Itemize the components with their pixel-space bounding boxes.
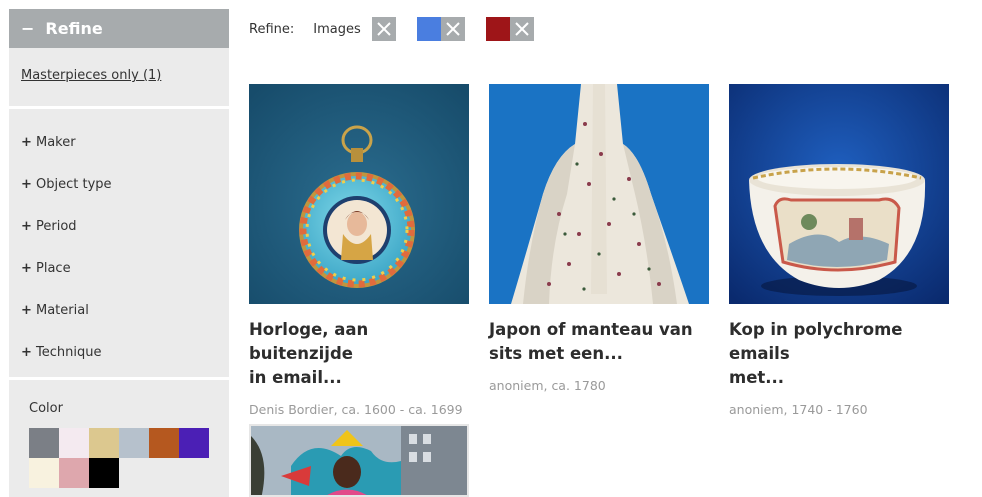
color-swatch[interactable] [59, 458, 89, 488]
facet-label: Place [36, 260, 71, 276]
result-meta: anoniem, ca. 1780 [489, 378, 606, 393]
facet-maker[interactable]: + Maker [9, 121, 229, 163]
result-title[interactable]: Japon of manteau van sits met een... [489, 318, 709, 366]
images-chip-label: Images [313, 21, 361, 37]
plus-icon: + [21, 260, 32, 276]
close-icon [515, 22, 529, 36]
result-title[interactable]: Kop in polychrome emails met... [729, 318, 949, 390]
title-line[interactable]: Kop in polychrome emails [729, 318, 949, 366]
facet-technique[interactable]: + Technique [9, 331, 229, 373]
refine-title: Refine [45, 19, 103, 38]
red-color-swatch [485, 17, 510, 41]
images-filter-chip: Images [313, 17, 396, 41]
dress-image[interactable] [489, 84, 709, 304]
title-line[interactable]: Horloge, aan buitenzijde [249, 318, 469, 366]
result-meta: Denis Bordier, ca. 1600 - ca. 1699 [249, 402, 463, 417]
color-swatch[interactable] [29, 458, 59, 488]
title-line[interactable]: sits met een... [489, 342, 709, 366]
color-swatch[interactable] [59, 428, 89, 458]
red-color-chip [485, 17, 534, 41]
facet-object-type[interactable]: + Object type [9, 163, 229, 205]
cup-image[interactable] [729, 84, 949, 304]
facet-material[interactable]: + Material [9, 289, 229, 331]
remove-red-filter-button[interactable] [509, 17, 534, 41]
refine-label: Refine: [249, 21, 295, 37]
result-card[interactable]: Horloge, aan buitenzijde in email... Den… [249, 84, 469, 417]
masterpieces-filter: Masterpieces only (1) [9, 48, 229, 106]
active-filters-bar: Refine: Images [249, 17, 555, 41]
plus-icon: + [21, 134, 32, 150]
collapse-icon[interactable]: − [21, 19, 34, 38]
title-line[interactable]: met... [729, 366, 949, 390]
color-swatch[interactable] [29, 428, 59, 458]
color-swatch[interactable] [179, 428, 209, 458]
color-swatch[interactable] [89, 428, 119, 458]
color-filter: Color [9, 380, 229, 497]
color-swatch[interactable] [89, 458, 119, 488]
result-card[interactable]: Kop in polychrome emails met... anoniem,… [729, 84, 949, 417]
blue-color-chip [416, 17, 465, 41]
refine-sidebar: − Refine Masterpieces only (1) + Maker + O… [9, 9, 229, 497]
plus-icon: + [21, 302, 32, 318]
result-card[interactable]: Japon of manteau van sits met een... ano… [489, 84, 709, 393]
title-line[interactable]: in email... [249, 366, 469, 390]
facet-label: Technique [36, 344, 102, 360]
plus-icon: + [21, 344, 32, 360]
facet-list: + Maker + Object type + Period + Place + Mate… [9, 109, 229, 377]
facet-label: Material [36, 302, 89, 318]
remove-blue-filter-button[interactable] [440, 17, 465, 41]
title-line[interactable]: Japon of manteau van [489, 318, 709, 342]
close-icon [377, 22, 391, 36]
result-card[interactable] [249, 424, 469, 497]
color-swatch[interactable] [119, 428, 149, 458]
watch-image[interactable] [249, 84, 469, 304]
color-swatches [29, 428, 209, 488]
refine-header[interactable]: − Refine [9, 9, 229, 48]
facet-label: Maker [36, 134, 76, 150]
facet-label: Period [36, 218, 77, 234]
facet-place[interactable]: + Place [9, 247, 229, 289]
facet-label: Object type [36, 176, 112, 192]
facet-period[interactable]: + Period [9, 205, 229, 247]
result-title[interactable]: Horloge, aan buitenzijde in email... [249, 318, 469, 390]
remove-images-filter-button[interactable] [371, 17, 396, 41]
plus-icon: + [21, 176, 32, 192]
masterpieces-only-link[interactable]: Masterpieces only (1) [21, 68, 161, 83]
blue-color-swatch [416, 17, 441, 41]
carnival-image[interactable] [249, 424, 469, 497]
close-icon [446, 22, 460, 36]
color-title: Color [29, 401, 63, 416]
result-meta: anoniem, 1740 - 1760 [729, 402, 868, 417]
color-swatch[interactable] [149, 428, 179, 458]
plus-icon: + [21, 218, 32, 234]
